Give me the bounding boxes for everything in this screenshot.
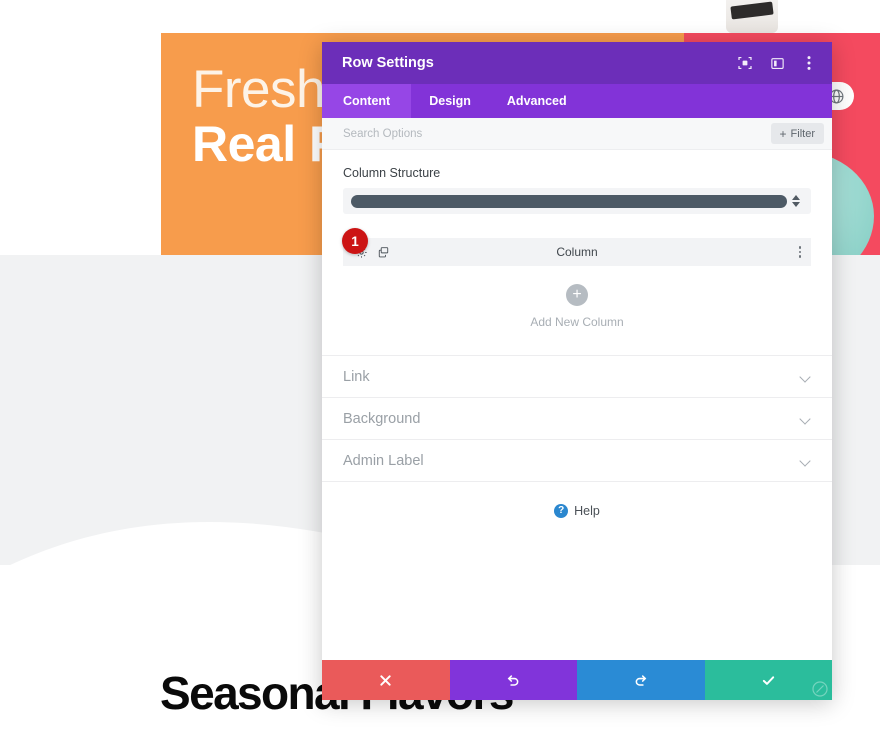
column-structure-select[interactable] [343,188,811,214]
search-input[interactable] [343,127,771,140]
step-badge-1: 1 [342,228,368,254]
section-link[interactable]: Link [322,356,832,398]
modal-title: Row Settings [342,55,434,71]
chevron-down-icon [800,457,811,464]
panel-layout-icon[interactable] [768,54,786,72]
undo-icon [505,672,521,688]
undo-button[interactable] [449,660,577,700]
section-background[interactable]: Background [322,398,832,440]
section-background-label: Background [343,410,421,427]
help-label: Help [574,504,600,518]
close-x-icon [379,674,392,687]
column-structure-section: Column Structure Column + Add New Column [322,150,832,343]
kebab-menu-icon[interactable] [800,54,818,72]
modal-header-actions [736,54,818,72]
help-question-icon: ? [554,504,569,518]
plus-icon: + [566,284,588,306]
column-item-menu-icon[interactable] [798,246,801,258]
tab-design[interactable]: Design [411,84,489,118]
stepper-arrows-icon [787,195,805,207]
tab-advanced[interactable]: Advanced [489,84,585,118]
discard-button[interactable] [322,660,450,700]
hero-heading-line2: Real F [192,116,340,172]
redo-button[interactable] [577,660,705,700]
help-link[interactable]: ? Help [322,504,832,518]
filter-label: Filter [790,127,815,140]
tab-content[interactable]: Content [322,84,412,118]
filter-plus-icon: + [779,126,787,141]
row-settings-modal: Row Settings Content Design Advanced Sea… [322,42,832,700]
add-new-column-button[interactable]: + Add New Column [343,284,811,343]
duplicate-icon[interactable] [377,246,390,259]
column-list-item[interactable]: Column [343,238,811,266]
chevron-down-icon [800,415,811,422]
column-structure-preview [351,194,787,208]
column-structure-label: Column Structure [343,166,441,180]
check-icon [761,673,776,688]
chevron-down-icon [800,373,811,380]
filter-button[interactable]: + Filter [770,123,824,144]
modal-header: Row Settings [322,42,832,84]
redo-icon [633,672,649,688]
column-item-label: Column [556,245,598,259]
collapsible-sections: Link Background Admin Label [322,355,832,482]
focus-target-icon[interactable] [736,54,754,72]
resize-handle[interactable] [812,681,828,697]
modal-footer [322,660,832,700]
modal-tab-bar: Content Design Advanced [322,84,832,118]
add-new-column-label: Add New Column [530,315,624,329]
section-admin-label[interactable]: Admin Label [322,440,832,482]
modal-body: Column Structure Column + Add New Column… [322,150,832,660]
search-bar: + Filter [322,118,832,150]
section-admin-label-label: Admin Label [343,452,424,469]
section-link-label: Link [343,368,370,385]
